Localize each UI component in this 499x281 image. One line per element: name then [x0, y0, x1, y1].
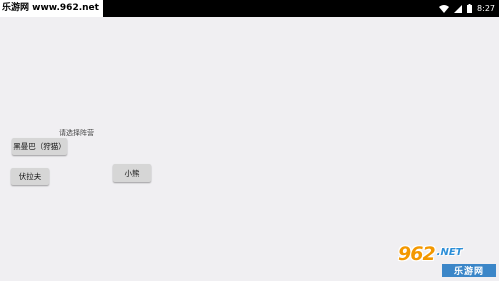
status-bar: 乐游网 www.962.net 8:27: [0, 0, 499, 17]
clock: 8:27: [477, 4, 495, 13]
option-button-fulafu[interactable]: 伏拉夫: [11, 168, 49, 185]
watermark-suffix: .NET: [436, 246, 463, 258]
wifi-icon: [439, 4, 450, 13]
battery-icon: [467, 4, 473, 13]
watermark-logo: 962 .NET 乐游网: [398, 244, 496, 278]
site-label: 乐游网 www.962.net: [0, 0, 103, 17]
watermark-number: 962: [398, 243, 436, 265]
option-button-xiaoxiong[interactable]: 小熊: [113, 164, 151, 182]
status-indicators: 8:27: [439, 0, 495, 17]
faction-prompt: 请选择阵营: [59, 129, 94, 137]
option-button-heimanba[interactable]: 黑曼巴（狩猫）: [12, 138, 67, 155]
watermark-site-name: 乐游网: [442, 264, 496, 277]
watermark-top: 962 .NET: [398, 244, 496, 264]
signal-icon: [454, 4, 463, 13]
